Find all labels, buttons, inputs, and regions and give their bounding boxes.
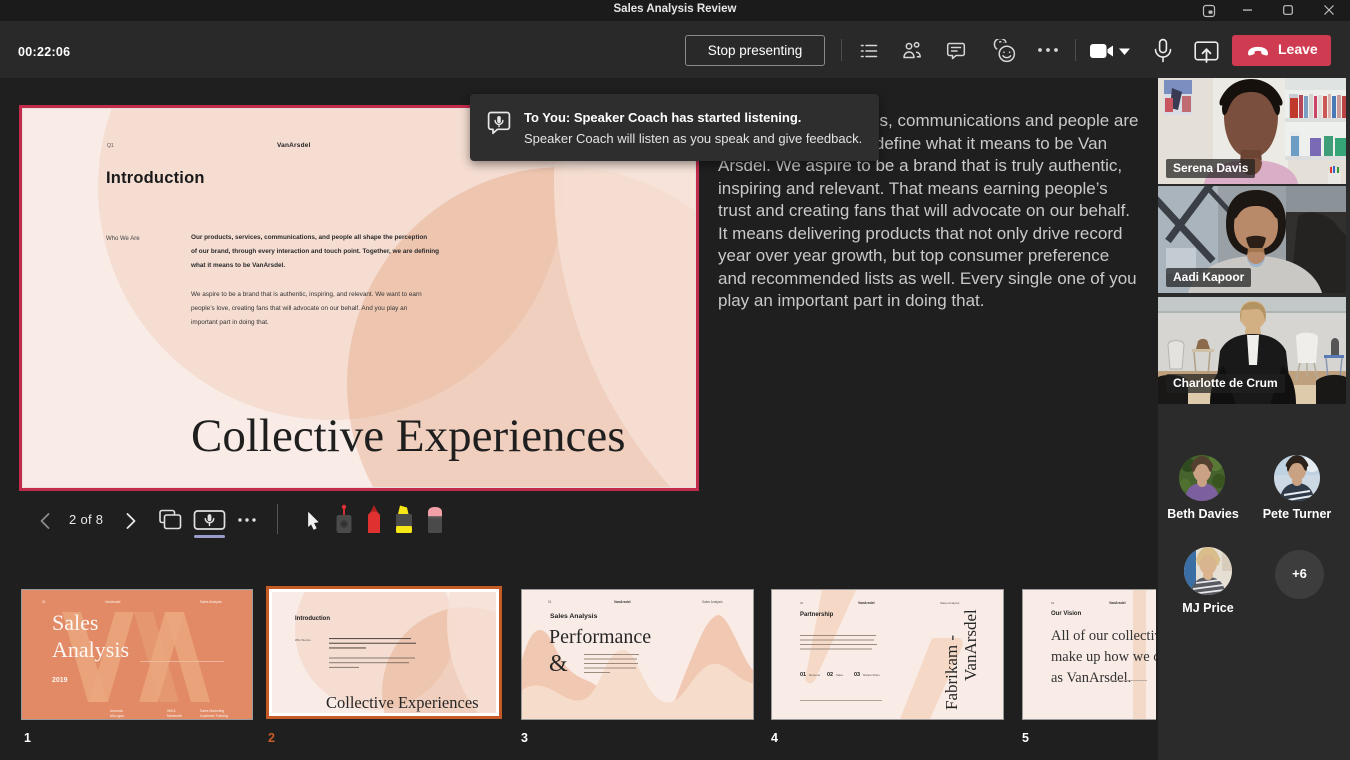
svg-text:make up how we co: make up how we co [1051,649,1156,665]
svg-text:Revenue: Revenue [809,673,821,677]
svg-text:Sales Analysis: Sales Analysis [200,600,222,604]
svg-text:01: 01 [800,672,806,678]
svg-text:All of our collective: All of our collective [1051,628,1156,644]
svg-text:01: 01 [800,601,804,605]
svg-text:VanArsdel: VanArsdel [961,609,980,681]
svg-text:01: 01 [548,600,552,604]
svg-text:01: 01 [1051,601,1055,605]
svg-text:Sales Analysis: Sales Analysis [702,600,723,604]
svg-text:Sales: Sales [836,673,844,677]
svg-text:as VanArsdel.: as VanArsdel. [1051,670,1131,686]
svg-text:Market Share: Market Share [863,673,880,677]
svg-text:&: & [549,651,568,677]
svg-text:Fabrikam -: Fabrikam - [942,635,961,710]
svg-text:Amanda: Amanda [110,709,123,713]
svg-text:2019: 2019 [52,677,68,684]
svg-text:Partnership: Partnership [800,612,834,618]
svg-text:Mammoth: Mammoth [167,714,182,718]
svg-text:Introduction: Introduction [295,616,330,622]
svg-text:Customer Training: Customer Training [200,714,228,718]
svg-text:VanArsdel: VanArsdel [858,601,875,605]
svg-text:Will &: Will & [167,709,176,713]
svg-text:VanArsdel: VanArsdel [1109,601,1126,605]
svg-text:02: 02 [827,672,833,678]
svg-text:Sales Marketing: Sales Marketing [200,709,224,713]
svg-text:Analysis: Analysis [52,637,129,662]
svg-text:Who We Are: Who We Are [295,638,311,642]
svg-text:Performance: Performance [549,626,651,648]
svg-text:Sales: Sales [52,610,98,635]
svg-text:VanArsdel: VanArsdel [105,600,121,604]
svg-text:01: 01 [42,600,46,604]
svg-text:Our Vision: Our Vision [1051,611,1082,617]
svg-text:Sales Analysis: Sales Analysis [940,601,960,605]
svg-text:McLogan: McLogan [110,714,124,718]
svg-text:VanArsdel: VanArsdel [614,600,631,604]
svg-text:Collective Experiences: Collective Experiences [326,693,479,712]
svg-text:Sales Analysis: Sales Analysis [550,613,598,620]
svg-text:03: 03 [854,672,860,678]
